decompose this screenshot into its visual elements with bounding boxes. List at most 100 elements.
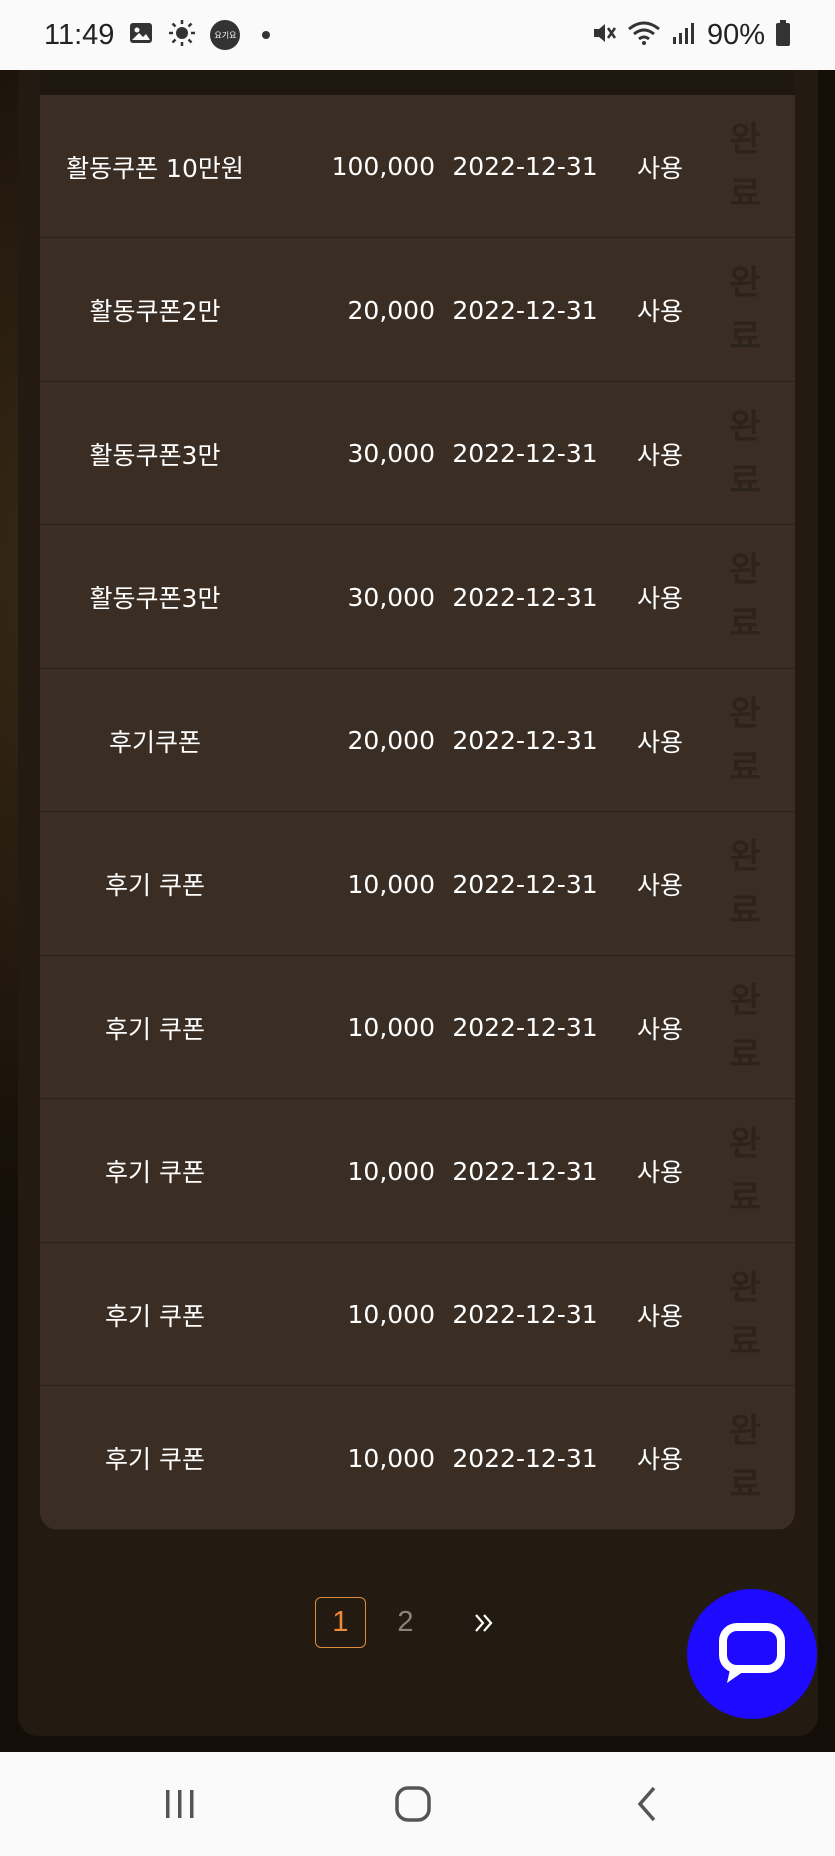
back-icon	[637, 1786, 656, 1822]
table-row: 후기 쿠폰 10,000 2022-12-31 사용 완 료	[40, 813, 795, 956]
page-1-button[interactable]: 1	[315, 1597, 366, 1648]
coupon-status: 사용	[636, 871, 683, 900]
completed-char: 완	[729, 693, 761, 734]
table-row: 활동쿠폰2만 20,000 2022-12-31 사용 완 료	[40, 239, 795, 382]
table-row: 활동쿠폰3만 30,000 2022-12-31 사용 완 료	[40, 382, 795, 525]
coupon-name: 후기 쿠폰	[105, 1301, 205, 1331]
back-button[interactable]	[587, 1752, 707, 1856]
status-bar: 11:49 요기요 90%	[0, 0, 835, 70]
chat-button[interactable]	[687, 1589, 817, 1719]
coupon-amount: 10,000	[347, 869, 435, 899]
table-row: 후기 쿠폰 10,000 2022-12-31 사용 완 료	[40, 956, 795, 1099]
battery-icon	[775, 19, 791, 51]
coupon-status: 사용	[636, 584, 683, 613]
table-row: 후기쿠폰 20,000 2022-12-31 사용 완 료	[40, 669, 795, 812]
coupon-name: 활동쿠폰3만	[89, 440, 221, 470]
coupon-name: 후기 쿠폰	[105, 871, 205, 900]
coupon-amount: 100,000	[331, 152, 435, 181]
table-row: 후기 쿠폰 10,000 2022-12-31 사용 완 료	[40, 1100, 795, 1243]
coupon-expiry: 2022-12-31	[452, 726, 598, 755]
brightness-icon	[168, 19, 196, 51]
completed-char: 료	[729, 604, 761, 644]
coupon-name: 후기쿠폰	[108, 727, 201, 757]
notification-dot-icon	[262, 31, 271, 39]
recent-apps-button[interactable]	[120, 1752, 240, 1856]
coupon-status: 사용	[636, 1158, 683, 1187]
next-page-button[interactable]	[458, 1597, 509, 1648]
double-chevron-right-icon	[474, 1613, 492, 1632]
table-row: 활동쿠폰 10만원 100,000 2022-12-31 사용 완 료	[40, 95, 795, 238]
coupon-completed-mark: 완료	[715, 1243, 775, 1386]
coupon-name: 후기 쿠폰	[105, 1158, 205, 1187]
coupon-expiry: 2022-12-31	[452, 1300, 598, 1329]
signal-icon	[671, 20, 697, 50]
coupon-amount: 20,000	[347, 726, 435, 755]
completed-char: 료	[729, 460, 761, 501]
completed-char: 료	[729, 1321, 761, 1362]
coupon-expiry: 2022-12-31	[452, 1443, 598, 1473]
coupon-expiry: 2022-12-31	[452, 439, 598, 468]
completed-char: 완	[729, 1411, 761, 1451]
coupon-amount: 30,000	[347, 582, 435, 612]
table-header-strip	[40, 70, 795, 95]
coupon-completed-mark: 완료	[715, 1387, 775, 1530]
coupon-amount: 10,000	[347, 1300, 435, 1329]
coupon-expiry: 2022-12-31	[452, 1013, 598, 1042]
battery-percent: 90%	[706, 18, 765, 51]
coupon-status: 사용	[636, 440, 683, 470]
coupon-amount: 10,000	[347, 1156, 435, 1186]
completed-char: 료	[729, 891, 761, 931]
coupon-name: 활동쿠폰3만	[89, 584, 221, 613]
recent-apps-icon	[166, 1790, 194, 1818]
coupon-status: 사용	[636, 153, 683, 183]
app-badge-icon: 요기요	[210, 20, 241, 50]
coupon-status: 사용	[636, 727, 683, 757]
completed-char: 료	[729, 1034, 761, 1075]
coupon-status: 사용	[636, 297, 683, 326]
coupon-completed-mark: 완료	[715, 95, 775, 238]
completed-char: 완	[729, 837, 761, 877]
coupon-status: 사용	[636, 1445, 683, 1474]
coupon-name: 활동쿠폰 10만원	[66, 153, 244, 183]
table-row: 후기 쿠폰 10,000 2022-12-31 사용 완 료	[40, 1243, 795, 1386]
coupon-completed-mark: 완료	[715, 239, 775, 382]
completed-char: 료	[729, 747, 761, 788]
wifi-icon	[627, 20, 661, 50]
chat-bubble-icon	[719, 1623, 785, 1683]
page-2-button[interactable]: 2	[380, 1597, 431, 1648]
mute-icon	[591, 20, 617, 50]
coupon-name: 후기 쿠폰	[105, 1445, 205, 1474]
system-nav-bar	[0, 1752, 835, 1856]
completed-char: 완	[729, 1267, 761, 1308]
home-button[interactable]	[353, 1752, 473, 1856]
coupon-table: 활동쿠폰 10만원 100,000 2022-12-31 사용 완 료 활동쿠폰2만 20,0…	[40, 70, 795, 1530]
completed-char: 완	[729, 550, 761, 590]
completed-char: 완	[729, 263, 761, 303]
table-row: 후기 쿠폰 10,000 2022-12-31 사용 완 료	[40, 1387, 795, 1530]
completed-char: 료	[729, 1465, 761, 1505]
table-row: 활동쿠폰3만 30,000 2022-12-31 사용 완 료	[40, 526, 795, 669]
coupon-completed-mark: 완료	[715, 382, 775, 525]
coupon-status: 사용	[636, 1301, 683, 1331]
completed-char: 완	[729, 406, 761, 447]
completed-char: 료	[729, 1178, 761, 1218]
coupon-amount: 30,000	[347, 439, 435, 468]
coupon-status: 사용	[636, 1014, 683, 1044]
coupon-completed-mark: 완료	[715, 669, 775, 812]
coupon-expiry: 2022-12-31	[452, 582, 598, 612]
coupon-amount: 20,000	[347, 295, 435, 325]
coupon-completed-mark: 완료	[715, 956, 775, 1099]
coupon-completed-mark: 완료	[715, 526, 775, 669]
completed-char: 완	[729, 1124, 761, 1164]
coupon-expiry: 2022-12-31	[452, 869, 598, 899]
coupon-name: 활동쿠폰2만	[89, 297, 221, 326]
status-right-icons: 90%	[591, 19, 791, 52]
status-time: 11:49	[44, 18, 115, 51]
coupon-expiry: 2022-12-31	[452, 1156, 598, 1186]
coupon-expiry: 2022-12-31	[452, 152, 598, 181]
coupon-completed-mark: 완료	[715, 1100, 775, 1243]
coupon-name: 후기 쿠폰	[105, 1014, 205, 1044]
completed-char: 료	[729, 317, 761, 357]
coupon-expiry: 2022-12-31	[452, 295, 598, 325]
gallery-icon	[128, 20, 154, 50]
